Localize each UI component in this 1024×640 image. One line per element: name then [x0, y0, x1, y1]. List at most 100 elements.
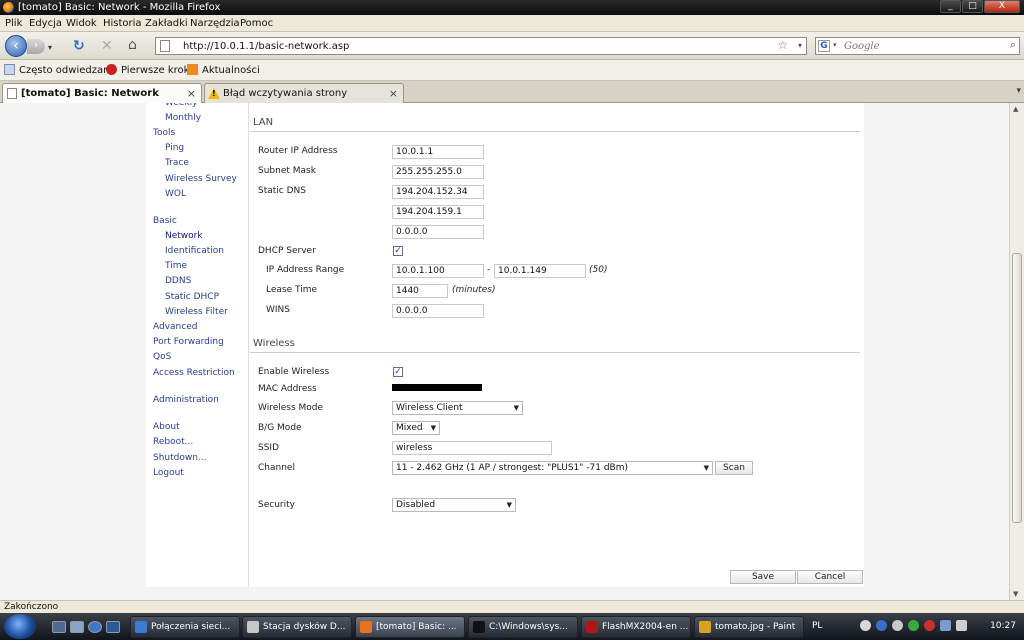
sidebar-item-monthly[interactable]: Monthly: [165, 113, 201, 124]
dns1-input[interactable]: 194.204.152.34: [392, 185, 484, 199]
enable-wireless-checkbox[interactable]: ✓: [393, 367, 403, 377]
quick-launch-icon[interactable]: [106, 621, 120, 633]
sidebar-item-ddns[interactable]: DDNS: [165, 276, 191, 287]
sidebar-item-weekly[interactable]: Weekly: [165, 103, 197, 109]
stop-button[interactable]: ✕: [101, 38, 113, 54]
task-label: tomato.jpg - Paint: [715, 622, 796, 632]
sidebar-item-time[interactable]: Time: [165, 261, 187, 272]
sidebar-item-wireless-survey[interactable]: Wireless Survey: [165, 174, 237, 185]
sidebar-item-port-forwarding[interactable]: Port Forwarding: [153, 337, 224, 348]
start-button[interactable]: [4, 614, 36, 639]
taskbar-task[interactable]: C:\Windows\sys...: [468, 616, 578, 638]
sidebar-item-ping[interactable]: Ping: [165, 143, 184, 154]
sidebar-item-shutdown[interactable]: Shutdown...: [153, 453, 207, 464]
close-tab-icon[interactable]: ×: [389, 87, 398, 100]
subnet-mask-input[interactable]: 255.255.255.0: [392, 165, 484, 179]
scroll-up-icon[interactable]: ▲: [1013, 105, 1018, 113]
show-desktop-icon[interactable]: [52, 621, 66, 633]
taskbar-task[interactable]: Stacja dysków D...: [242, 616, 352, 638]
internet-explorer-icon[interactable]: [88, 621, 102, 633]
menu-tools[interactable]: Narzędzia: [190, 17, 240, 30]
scrollbar-thumb[interactable]: [1012, 253, 1022, 523]
ip-range-start-input[interactable]: 10.0.1.100: [392, 264, 484, 278]
help-icon[interactable]: [876, 620, 887, 631]
volume-icon[interactable]: [956, 620, 967, 631]
forward-button[interactable]: ›: [27, 39, 45, 54]
wireless-mode-select[interactable]: Wireless Client ▼: [392, 401, 523, 415]
tray-arrow-icon[interactable]: [860, 620, 871, 631]
url-text[interactable]: http://10.0.1.1/basic-network.asp: [183, 40, 349, 53]
sidebar-item-basic[interactable]: Basic: [153, 216, 177, 227]
menu-help[interactable]: Pomoc: [240, 17, 273, 30]
lease-time-input[interactable]: 1440: [392, 284, 448, 298]
reload-button[interactable]: ↻: [73, 38, 85, 54]
menu-view[interactable]: Widok: [66, 17, 97, 30]
menu-edit[interactable]: Edycja: [29, 17, 62, 30]
sidebar-item-network[interactable]: Network: [165, 231, 203, 242]
menu-bookmarks[interactable]: Zakładki: [145, 17, 188, 30]
close-tab-icon[interactable]: ×: [187, 87, 196, 100]
ip-range-end-input[interactable]: 10.0.1.149: [494, 264, 586, 278]
sidebar-item-qos[interactable]: QoS: [153, 352, 171, 363]
dns2-input[interactable]: 194.204.159.1: [392, 205, 484, 219]
sidebar-item-administration[interactable]: Administration: [153, 395, 219, 406]
minimize-button[interactable]: _: [940, 0, 961, 13]
security-center-icon[interactable]: [924, 620, 935, 631]
home-button[interactable]: ⌂: [128, 37, 137, 53]
sidebar-item-reboot[interactable]: Reboot...: [153, 437, 193, 448]
close-window-button[interactable]: X: [984, 0, 1020, 13]
save-button[interactable]: Save: [730, 570, 796, 584]
scroll-down-icon[interactable]: ▼: [1013, 590, 1018, 598]
maximize-button[interactable]: □: [962, 0, 983, 13]
search-icon[interactable]: ⌕: [1010, 38, 1016, 52]
sidebar-item-trace[interactable]: Trace: [165, 158, 189, 169]
wins-input[interactable]: 0.0.0.0: [392, 304, 484, 318]
status-text: Zakończono: [4, 602, 59, 612]
sidebar-item-wireless-filter[interactable]: Wireless Filter: [165, 307, 228, 318]
history-dropdown-icon[interactable]: ▾: [48, 40, 52, 56]
bookmark-star-icon[interactable]: ☆: [777, 38, 788, 52]
search-engine-dropdown-icon[interactable]: ▾: [833, 41, 837, 49]
google-icon[interactable]: G: [818, 40, 830, 52]
network-icon[interactable]: [940, 620, 951, 631]
tab-load-error[interactable]: Błąd wczytywania strony ×: [204, 83, 404, 103]
bookmark-news[interactable]: Aktualności: [202, 64, 260, 77]
bookmark-getting-started[interactable]: Pierwsze kroki: [121, 64, 192, 77]
tab-tomato-network[interactable]: [tomato] Basic: Network ×: [2, 83, 202, 103]
sidebar-item-identification[interactable]: Identification: [165, 246, 224, 257]
sidebar-item-wol[interactable]: WOL: [165, 189, 186, 200]
window-switcher-icon[interactable]: [70, 621, 84, 633]
sidebar-item-about[interactable]: About: [153, 422, 180, 433]
taskbar-task[interactable]: FlashMX2004-en ...: [581, 616, 691, 638]
back-button[interactable]: ‹: [5, 35, 27, 57]
search-input[interactable]: [844, 39, 999, 53]
taskbar-task[interactable]: [tomato] Basic: ...: [355, 616, 465, 638]
dhcp-server-checkbox[interactable]: ✓: [393, 246, 403, 256]
channel-select[interactable]: 11 - 2.462 GHz (1 AP / strongest: "PLUS1…: [392, 461, 713, 475]
bookmark-most-visited[interactable]: Często odwiedzane: [19, 64, 116, 77]
sidebar-item-advanced[interactable]: Advanced: [153, 322, 197, 333]
tray-app-icon[interactable]: [892, 620, 903, 631]
sidebar-item-logout[interactable]: Logout: [153, 468, 184, 479]
language-indicator[interactable]: PL: [812, 621, 822, 631]
scan-button[interactable]: Scan: [715, 461, 753, 475]
taskbar-task[interactable]: Połączenia sieci...: [130, 616, 240, 638]
sidebar-item-access-restriction[interactable]: Access Restriction: [153, 368, 235, 379]
router-ip-input[interactable]: 10.0.1.1: [392, 145, 484, 159]
ssid-input[interactable]: wireless: [392, 441, 552, 455]
taskbar-task[interactable]: tomato.jpg - Paint: [694, 616, 804, 638]
status-bar: Zakończono: [0, 600, 1024, 613]
security-select[interactable]: Disabled ▼: [392, 498, 516, 512]
bg-mode-select[interactable]: Mixed ▼: [392, 421, 440, 435]
vertical-scrollbar[interactable]: ▲ ▼: [1009, 103, 1024, 600]
antivirus-icon[interactable]: [908, 620, 919, 631]
sidebar-item-static-dhcp[interactable]: Static DHCP: [165, 292, 219, 303]
sidebar-item-tools[interactable]: Tools: [153, 128, 175, 139]
tab-list-icon[interactable]: ▾: [1016, 86, 1021, 96]
cancel-button[interactable]: Cancel: [797, 570, 863, 584]
menu-history[interactable]: Historia: [103, 17, 142, 30]
url-dropdown-icon[interactable]: ▾: [798, 41, 802, 50]
url-bar[interactable]: http://10.0.1.1/basic-network.asp ☆ ▾: [155, 37, 807, 55]
menu-file[interactable]: Plik: [5, 17, 22, 30]
dns3-input[interactable]: 0.0.0.0: [392, 225, 484, 239]
